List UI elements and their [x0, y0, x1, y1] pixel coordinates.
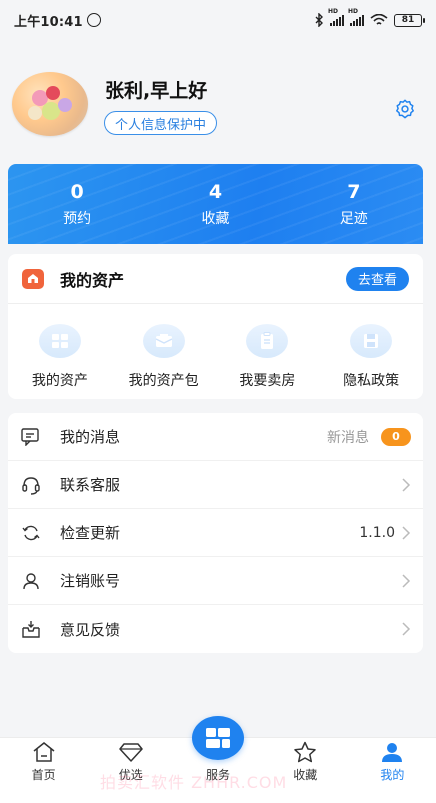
- wifi-icon: [370, 13, 388, 25]
- profile-header: 张利,早上好 个人信息保护中: [0, 62, 436, 152]
- stat-footprints[interactable]: 7 足迹: [285, 164, 423, 244]
- battery-icon: 81: [394, 13, 425, 27]
- stat-label: 足迹: [339, 211, 368, 227]
- save-icon: [350, 324, 393, 358]
- tab-label: 收藏: [293, 768, 318, 782]
- menu-item-check-update[interactable]: 检查更新 1.1.0: [8, 509, 423, 557]
- new-message-text: 新消息: [327, 429, 369, 446]
- settings-menu: 我的消息 新消息 0 联系客服 检查更新 1.1.0 注销账号 意见反馈: [8, 413, 423, 653]
- refresh-icon: [20, 522, 42, 544]
- menu-right: [401, 573, 411, 589]
- privacy-badge[interactable]: 个人信息保护中: [104, 111, 218, 135]
- avatar[interactable]: [12, 72, 88, 136]
- assets-title: 我的资产: [60, 270, 125, 290]
- stat-label: 预约: [63, 211, 92, 227]
- grid-item-label: 隐私政策: [343, 373, 400, 389]
- assets-header: 我的资产 去查看: [8, 254, 423, 304]
- grid-item-label: 我要卖房: [239, 373, 296, 389]
- user-icon: [20, 570, 42, 592]
- menu-item-messages[interactable]: 我的消息 新消息 0: [8, 413, 423, 461]
- grid-item-label: 我的资产: [31, 373, 88, 389]
- grid-item-privacy-policy[interactable]: 隐私政策: [319, 324, 423, 390]
- home-icon: [31, 740, 57, 764]
- star-icon: [292, 740, 318, 764]
- message-icon: [20, 426, 42, 448]
- assets-grid: 我的资产 我的资产包 我要卖房 隐私政策: [8, 304, 423, 390]
- battery-level: 81: [401, 15, 415, 25]
- signal-icon: HD: [328, 8, 344, 26]
- stat-value: 0: [70, 181, 84, 203]
- diamond-icon: [118, 740, 144, 764]
- headset-icon: [20, 474, 42, 496]
- chevron-right-icon: [402, 573, 411, 588]
- menu-label: 注销账号: [60, 572, 121, 590]
- menu-right: 1.1.0: [359, 525, 411, 541]
- status-time: 上午10:41: [14, 14, 83, 30]
- stat-appointments[interactable]: 0 预约: [8, 164, 146, 244]
- alarm-icon: [86, 13, 101, 27]
- assets-card: 我的资产 去查看 我的资产 我的资产包 我要卖房 隐私政策: [8, 254, 423, 399]
- package-icon: [142, 324, 185, 358]
- menu-label: 我的消息: [60, 428, 121, 446]
- menu-label: 联系客服: [60, 476, 121, 494]
- greeting-text: 张利,早上好: [105, 80, 208, 102]
- grid-item-my-assets[interactable]: 我的资产: [8, 324, 112, 390]
- grid-item-asset-package[interactable]: 我的资产包: [112, 324, 216, 390]
- grid-item-label: 我的资产包: [128, 373, 199, 389]
- menu-right: 新消息 0: [327, 427, 411, 447]
- service-icon: [192, 716, 244, 760]
- home-icon: [22, 268, 44, 289]
- signal-icon-2: HD: [348, 8, 364, 26]
- feedback-icon: [20, 618, 42, 640]
- tab-mine[interactable]: 我的: [349, 738, 436, 803]
- stat-label: 收藏: [201, 211, 230, 227]
- menu-label: 意见反馈: [60, 620, 121, 639]
- tab-label: 首页: [31, 768, 56, 782]
- view-assets-button[interactable]: 去查看: [345, 266, 409, 291]
- stat-value: 7: [347, 181, 361, 203]
- grid-icon: [38, 324, 81, 358]
- message-count-badge: 0: [381, 427, 411, 446]
- status-icons: HD HD 81: [314, 8, 425, 27]
- bottom-tab-bar: 首页 优选 服务 收藏 我的 拍卖汇软件 ZHHR.COM: [0, 716, 436, 803]
- menu-item-feedback[interactable]: 意见反馈: [8, 605, 423, 653]
- version-text: 1.1.0: [359, 524, 395, 541]
- chevron-right-icon: [402, 622, 411, 636]
- menu-label: 检查更新: [60, 524, 121, 542]
- chevron-right-icon: [402, 477, 411, 492]
- document-icon: [246, 324, 289, 358]
- tab-label: 我的: [380, 768, 405, 782]
- stat-favorites[interactable]: 4 收藏: [146, 164, 284, 244]
- tab-home[interactable]: 首页: [0, 738, 87, 803]
- menu-item-delete-account[interactable]: 注销账号: [8, 557, 423, 605]
- stats-banner: 0 预约 4 收藏 7 足迹: [8, 164, 423, 244]
- menu-right: [401, 621, 411, 637]
- stat-value: 4: [208, 181, 223, 203]
- profile-icon: [379, 740, 405, 764]
- menu-right: [401, 477, 411, 493]
- gear-icon[interactable]: [394, 98, 416, 120]
- grid-item-sell-house[interactable]: 我要卖房: [216, 324, 320, 390]
- chevron-right-icon: [402, 525, 411, 540]
- bluetooth-icon: [315, 13, 323, 27]
- status-bar: 上午10:41 HD HD 81: [0, 0, 436, 40]
- menu-item-customer-service[interactable]: 联系客服: [8, 461, 423, 509]
- watermark: 拍卖汇软件 ZHHR.COM: [100, 773, 288, 792]
